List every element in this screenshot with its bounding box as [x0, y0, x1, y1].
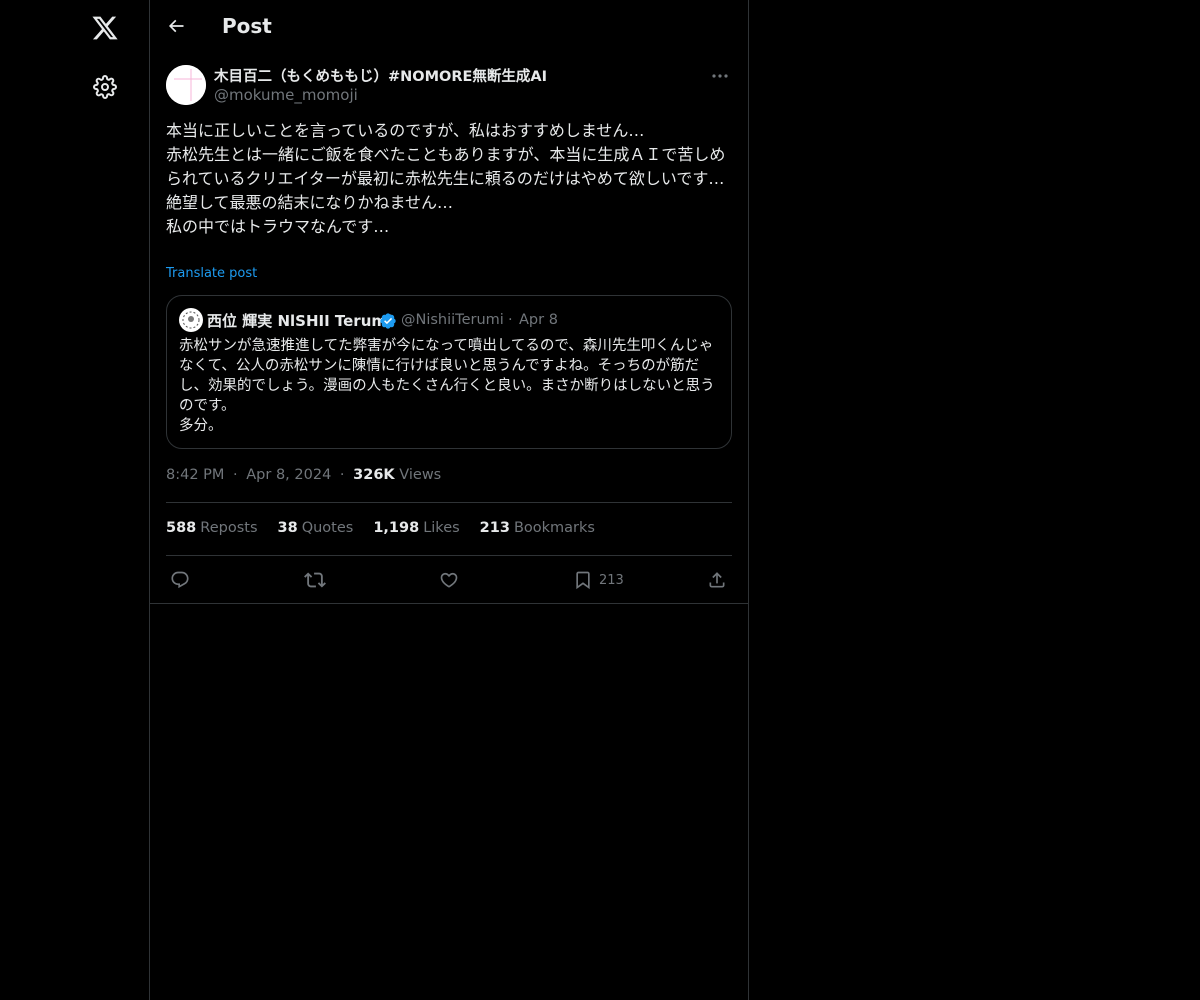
verified-badge-icon: [379, 312, 397, 330]
bookmark-icon: [576, 571, 590, 590]
quoted-display-name: 西位 輝実 NlSHII Terumi: [207, 312, 393, 330]
post-meta: 8:42 PM · Apr 8, 2024 · 326K Views: [166, 467, 441, 483]
repost-button[interactable]: [304, 566, 326, 594]
reposts-label: Reposts: [200, 520, 258, 536]
gear-icon[interactable]: [85, 67, 125, 107]
likes-label: Likes: [423, 520, 460, 536]
heart-icon: [440, 572, 458, 588]
translate-post-link[interactable]: Translate post: [166, 266, 257, 281]
likes-stat[interactable]: 1,198 Likes: [373, 520, 459, 536]
main-column: Post 木目百二（もくめももじ）#NOMORE無断生成AI @mokume_m…: [150, 0, 749, 1000]
back-button[interactable]: [158, 8, 194, 44]
repost-icon: [304, 572, 326, 588]
page-header: Post: [150, 0, 748, 53]
quoted-separator: ·: [508, 312, 513, 328]
bookmark-button[interactable]: 213: [573, 566, 624, 594]
author-handle[interactable]: @mokume_momoji: [214, 86, 358, 104]
quoted-post[interactable]: 西位 輝実 NlSHII Terumi @NishiiTerumi · Apr …: [166, 295, 732, 449]
reposts-count: 588: [166, 520, 197, 536]
post-date[interactable]: Apr 8, 2024: [246, 467, 331, 483]
quoted-date: Apr 8: [519, 312, 558, 328]
author-display-name[interactable]: 木目百二（もくめももじ）#NOMORE無断生成AI: [214, 65, 547, 86]
views-count: 326K: [353, 467, 395, 483]
quoted-handle: @NishiiTerumi: [401, 312, 504, 328]
bookmark-count: 213: [599, 572, 624, 588]
post-text: 本当に正しいことを言っているのですが、私はおすすめしません… 赤松先生とは一緒に…: [166, 121, 726, 236]
like-button[interactable]: [439, 566, 459, 594]
back-arrow-icon: [168, 19, 184, 33]
post-author: 木目百二（もくめももじ）#NOMORE無断生成AI @mokume_momoji: [166, 64, 732, 108]
x-logo-icon[interactable]: [85, 8, 125, 48]
quotes-count: 38: [277, 520, 298, 536]
reply-button[interactable]: [170, 566, 190, 594]
views-label: Views: [399, 467, 442, 483]
bookmarks-count: 213: [479, 520, 510, 536]
likes-count: 1,198: [373, 520, 420, 536]
post-actions: 213: [166, 566, 732, 594]
reposts-stat[interactable]: 588 Reposts: [166, 520, 258, 536]
avatar[interactable]: [166, 65, 206, 105]
left-nav: [0, 0, 150, 1000]
app-root: Post 木目百二（もくめももじ）#NOMORE無断生成AI @mokume_m…: [0, 0, 1200, 1000]
divider: [166, 502, 732, 503]
quoted-text: 赤松サンが急速推進してた弊害が今になって噴出してるので、森川先生叩くんじゃなくて…: [179, 338, 715, 434]
reply-icon: [171, 571, 189, 589]
divider: [166, 555, 732, 556]
share-icon: [709, 572, 725, 588]
more-options-button[interactable]: [708, 66, 732, 86]
post-stats: 588 Reposts 38 Quotes 1,198 Likes 213 Bookma…: [166, 520, 595, 536]
more-dots-icon: [712, 74, 728, 78]
bookmarks-stat[interactable]: 213 Bookmarks: [480, 520, 595, 536]
post-time[interactable]: 8:42 PM: [166, 467, 224, 483]
divider: [150, 603, 748, 604]
page-title: Post: [222, 14, 272, 38]
bookmarks-label: Bookmarks: [513, 520, 595, 536]
meta-separator: ·: [339, 467, 345, 483]
quoted-avatar: [179, 308, 203, 332]
quotes-stat[interactable]: 38 Quotes: [278, 520, 354, 536]
share-button[interactable]: [707, 566, 727, 594]
quotes-label: Quotes: [301, 520, 354, 536]
meta-separator: ·: [233, 467, 238, 483]
